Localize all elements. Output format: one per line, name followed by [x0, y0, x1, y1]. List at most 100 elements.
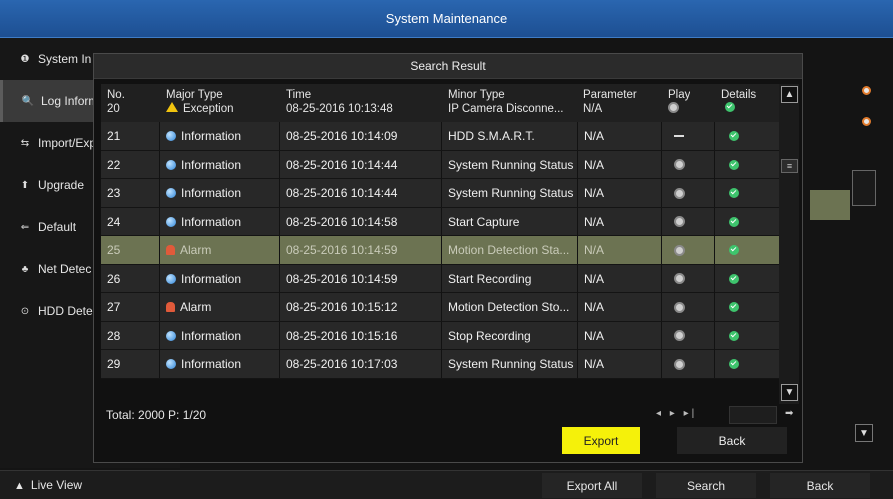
cell-parameter: N/A — [577, 321, 661, 350]
cell-major-type-text: Information — [181, 186, 242, 200]
go-page-icon[interactable]: ➡ — [785, 408, 793, 419]
play-icon[interactable] — [674, 273, 685, 284]
details-icon[interactable] — [729, 159, 739, 170]
header-row-no: 20 — [107, 103, 120, 115]
column-header-major-type[interactable]: Major Type Exception — [166, 88, 234, 116]
export-all-button[interactable]: Export All — [542, 473, 642, 498]
play-icon[interactable] — [674, 187, 685, 199]
cell-parameter-text: N/A — [584, 186, 605, 200]
cell-no-text: 21 — [107, 129, 121, 143]
dialog-back-button[interactable]: Back — [677, 427, 787, 454]
table-row[interactable]: 24 Information 08-25-2016 10:14:58 Start Ca… — [101, 207, 779, 236]
table-row[interactable]: 27 Alarm 08-25-2016 10:15:12 Motion Detecti… — [101, 293, 779, 322]
cell-time-text: 08-25-2016 10:15:12 — [286, 300, 398, 314]
cell-no: 25 — [101, 236, 159, 264]
bottom-bar: ▲ Live View Export All Search Back — [0, 470, 893, 499]
cell-no: 29 — [101, 350, 159, 378]
cell-major-type: Alarm — [159, 236, 279, 264]
details-icon[interactable] — [729, 302, 739, 312]
export-button[interactable]: Export — [562, 427, 640, 454]
cell-minor-type: Start Recording — [441, 264, 577, 293]
cell-parameter-text: N/A — [584, 328, 605, 343]
cell-major-type: Information — [159, 179, 279, 207]
cell-minor-type: HDD S.M.A.R.T. — [441, 122, 577, 150]
cell-minor-type: Motion Detection Sta... — [441, 236, 577, 264]
sidebar-item-label: Upgrade — [38, 178, 85, 192]
table-row[interactable]: 21 Information 08-25-2016 10:14:09 HDD S.M.… — [101, 122, 779, 151]
details-icon[interactable] — [729, 245, 739, 255]
column-header-play[interactable]: Play — [668, 88, 690, 117]
hdd-icon: ⊙ — [20, 305, 30, 317]
play-icon[interactable] — [674, 358, 685, 370]
cell-parameter-text: N/A — [584, 357, 605, 371]
cell-parameter-text: N/A — [584, 129, 605, 143]
cell-time: 08-25-2016 10:15:12 — [279, 293, 441, 321]
table-row[interactable]: 23 Information 08-25-2016 10:14:44 System R… — [101, 179, 779, 208]
cell-major-type-text: Information — [181, 357, 242, 371]
details-icon[interactable] — [729, 188, 739, 198]
cell-major-type: Information — [159, 150, 279, 179]
play-icon[interactable] — [674, 244, 685, 256]
total-count: Total: 2000 P: 1/20 — [106, 408, 207, 422]
live-view-button[interactable]: ▲ Live View — [14, 478, 82, 492]
cell-minor-type: Stop Recording — [441, 321, 577, 350]
table-row[interactable]: 29 Information 08-25-2016 10:17:03 System R… — [101, 350, 779, 379]
details-icon[interactable] — [729, 330, 739, 341]
cell-parameter: N/A — [577, 293, 661, 321]
cell-major-type: Information — [159, 122, 279, 150]
play-icon[interactable] — [674, 330, 685, 341]
import-export-icon: ⇆ — [20, 137, 30, 149]
cell-no: 24 — [101, 208, 159, 236]
cell-time-text: 08-25-2016 10:17:03 — [286, 357, 398, 371]
info-icon: ❶ — [20, 53, 30, 65]
table-row[interactable]: 25 Alarm 08-25-2016 10:14:59 Motion Detecti… — [101, 236, 779, 265]
information-icon — [166, 273, 176, 284]
table-scrollbar[interactable]: ▲ ≡ ▼ — [779, 84, 799, 404]
cell-parameter: N/A — [577, 179, 661, 207]
information-icon — [166, 330, 176, 341]
scroll-up-icon[interactable]: ▲ — [781, 86, 798, 103]
cell-parameter: N/A — [577, 122, 661, 150]
column-header-minor-type[interactable]: Minor Type IP Camera Disconne... — [448, 88, 563, 116]
scroll-down-icon[interactable]: ▼ — [781, 384, 798, 401]
chevron-down-icon[interactable]: ▼ — [855, 424, 873, 442]
table-row[interactable]: 22 Information 08-25-2016 10:14:44 System R… — [101, 150, 779, 179]
search-button[interactable]: Search — [656, 473, 756, 498]
cell-details — [714, 350, 779, 378]
window-title: System Maintenance — [0, 0, 893, 38]
cell-time: 08-25-2016 10:14:59 — [279, 264, 441, 293]
cell-major-type-text: Information — [181, 214, 242, 229]
column-header-time[interactable]: Time 08-25-2016 10:13:48 — [286, 88, 393, 116]
cell-minor-type-text: System Running Status — [448, 157, 574, 172]
pager-controls[interactable]: ◂ ▸ ▸| — [656, 408, 697, 419]
table-row[interactable]: 26 Information 08-25-2016 10:14:59 Start Re… — [101, 264, 779, 293]
details-icon[interactable] — [729, 359, 739, 369]
play-icon[interactable] — [674, 301, 685, 313]
page-number-input[interactable] — [729, 406, 777, 424]
cell-no-text: 29 — [107, 357, 121, 371]
details-icon[interactable] — [729, 131, 739, 141]
cell-minor-type-text: System Running Status — [448, 357, 574, 371]
background-scrollbar[interactable] — [852, 170, 876, 206]
table-row[interactable]: 28 Information 08-25-2016 10:15:16 Stop Rec… — [101, 321, 779, 350]
back-button[interactable]: Back — [770, 473, 870, 498]
cell-play — [661, 293, 714, 321]
cell-details — [714, 293, 779, 321]
column-header-parameter[interactable]: Parameter N/A — [583, 88, 637, 116]
information-icon — [166, 131, 176, 141]
details-icon[interactable] — [729, 273, 739, 284]
warning-icon — [166, 102, 178, 112]
column-header-details[interactable]: Details — [721, 88, 756, 116]
scroll-thumb[interactable]: ≡ — [781, 159, 798, 173]
play-icon[interactable] — [674, 159, 685, 170]
cell-parameter: N/A — [577, 350, 661, 378]
radio-icon — [862, 117, 871, 126]
cell-major-type: Alarm — [159, 293, 279, 321]
play-icon[interactable] — [674, 216, 685, 227]
details-icon[interactable] — [729, 216, 739, 227]
details-icon[interactable] — [725, 102, 735, 112]
play-icon[interactable] — [668, 102, 679, 113]
cell-major-type-text: Alarm — [180, 300, 212, 314]
column-header-no[interactable]: No. 20 — [107, 88, 125, 116]
network-icon: ♣ — [21, 263, 29, 275]
